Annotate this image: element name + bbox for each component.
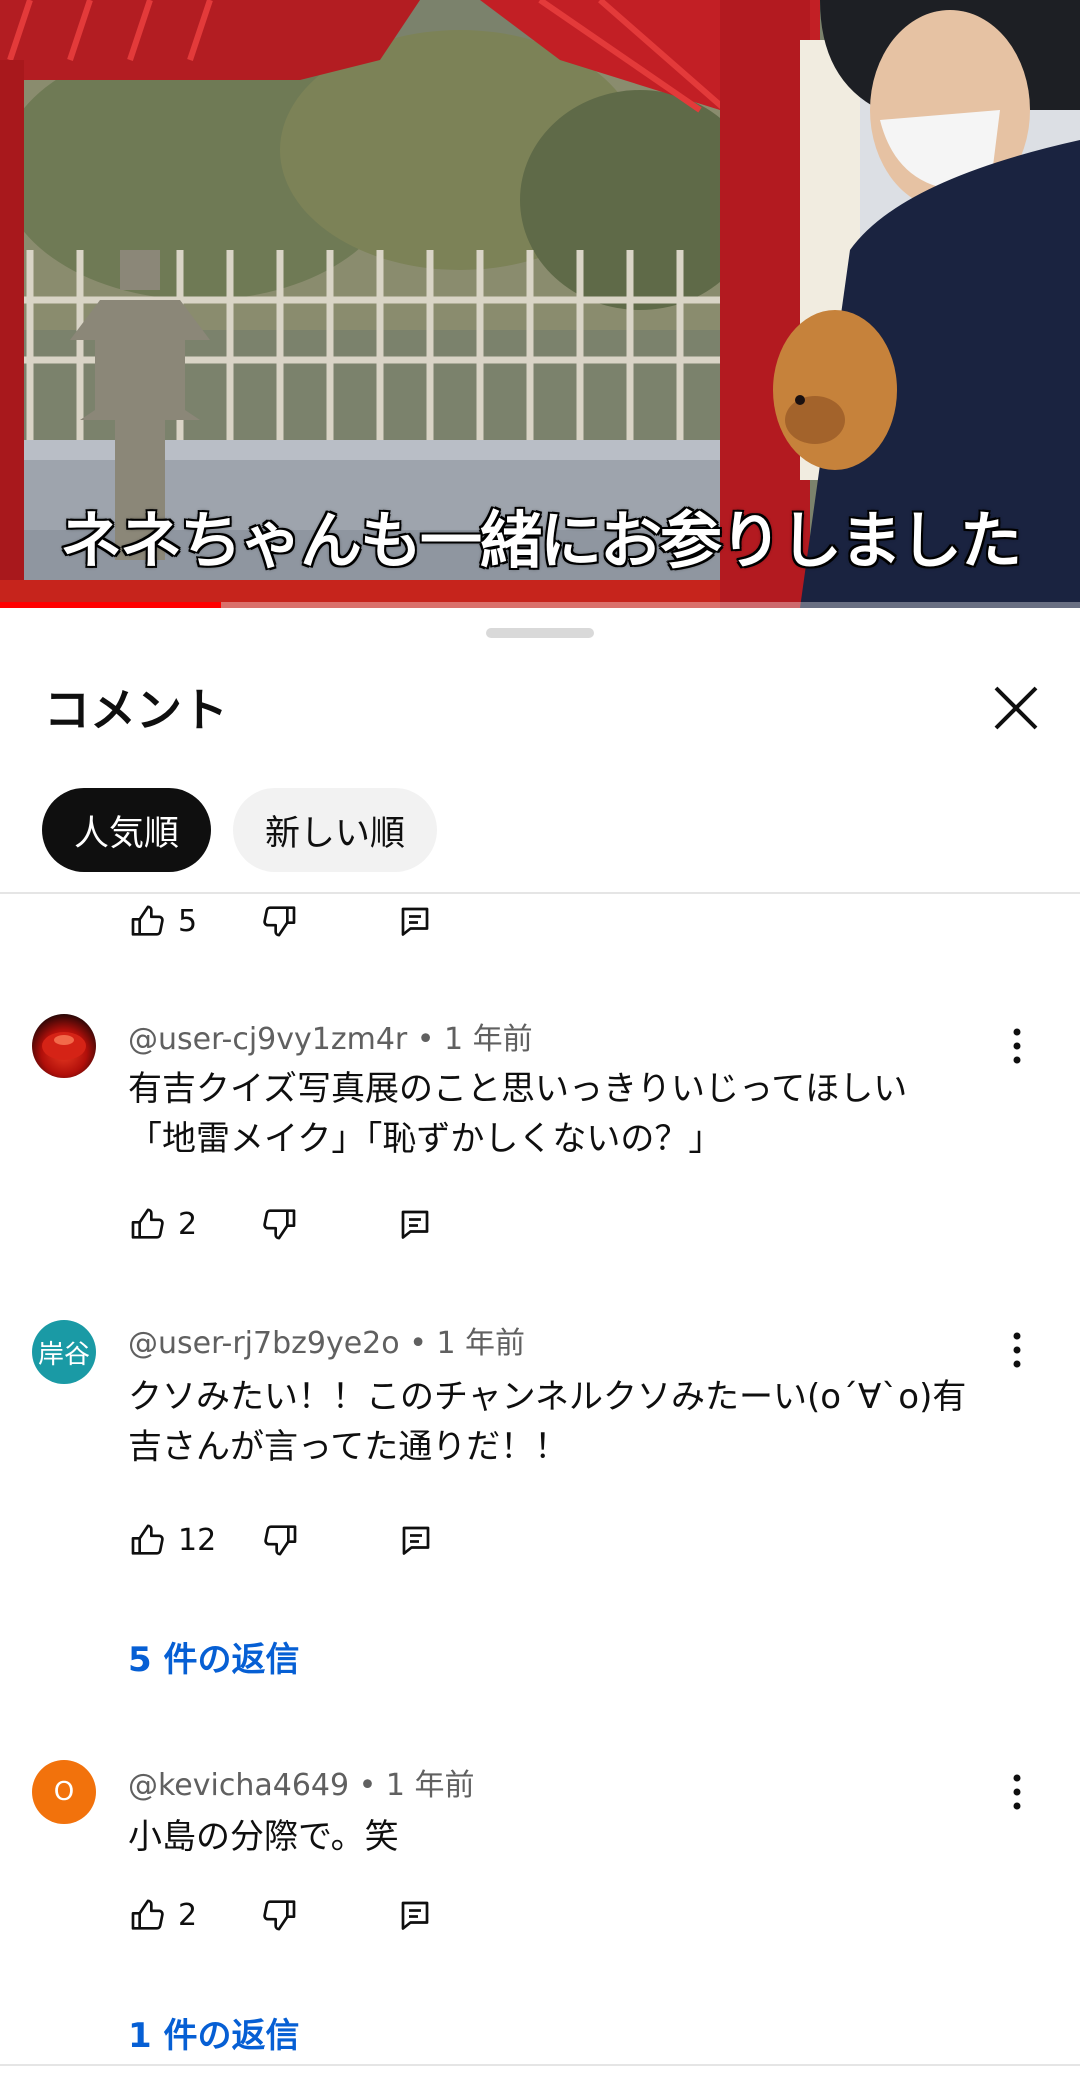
sheet-title: コメント <box>44 683 228 737</box>
comment-age: 1 年前 <box>385 1768 475 1803</box>
thumbs-up-icon <box>131 1208 164 1239</box>
more-vert-icon <box>1013 1332 1021 1368</box>
reply-icon <box>401 907 429 936</box>
like-button[interactable]: 2 <box>128 1895 197 1935</box>
reply-button[interactable] <box>397 1206 433 1242</box>
video-player[interactable]: ネネちゃんも一緒にお参りしました <box>0 0 1080 608</box>
comment-actions: 2 <box>128 1199 433 1249</box>
more-options-button[interactable] <box>1000 1026 1034 1076</box>
header-divider <box>0 892 1080 894</box>
thumbs-up-icon <box>131 1524 164 1555</box>
meta-separator: • <box>409 1326 427 1361</box>
thumbs-down-icon <box>264 1525 297 1556</box>
reply-button[interactable] <box>398 1522 434 1558</box>
more-options-button[interactable] <box>1000 1772 1034 1822</box>
thumbs-down-icon <box>263 1900 296 1931</box>
more-vert-icon <box>1013 1028 1021 1064</box>
avatar-image <box>42 1032 86 1060</box>
meta-separator: • <box>358 1768 377 1803</box>
reply-icon <box>401 1901 429 1930</box>
like-button[interactable]: 5 <box>128 901 197 941</box>
thumbs-up-icon <box>131 1899 164 1930</box>
thumbs-down-icon <box>263 906 296 937</box>
reply-icon <box>402 1526 430 1555</box>
like-count: 2 <box>178 1206 198 1242</box>
comment-meta: @user-cj9vy1zm4r • 1 年前 <box>128 1014 533 1058</box>
reply-icon <box>401 1210 429 1239</box>
more-vert-icon <box>1013 1774 1021 1810</box>
comment-age: 1 年前 <box>444 1022 533 1057</box>
dislike-button[interactable] <box>259 901 299 941</box>
avatar[interactable]: 岸谷 <box>32 1320 96 1384</box>
comment-text: 小島の分際で。笑 <box>128 1812 1008 1862</box>
comment-age: 1 年前 <box>436 1326 526 1361</box>
meta-separator: • <box>416 1022 435 1057</box>
like-button[interactable]: 12 <box>128 1520 216 1560</box>
avatar[interactable]: O <box>32 1760 96 1824</box>
like-count: 12 <box>178 1522 217 1558</box>
comment-actions: 12 <box>128 1515 434 1565</box>
comment-actions: 5 <box>128 896 433 946</box>
comment-text-line: 吉さんが言ってた通りだ！！ <box>128 1427 569 1467</box>
drag-handle[interactable] <box>486 628 594 638</box>
comment-text: クソみたい！！このチャンネルクソみたーい(o´∀`o)有 吉さんが言ってた通りだ… <box>128 1372 1008 1472</box>
thumbs-up-icon <box>131 905 164 936</box>
bottom-divider <box>0 2064 1080 2066</box>
comment-author[interactable]: @user-cj9vy1zm4r <box>128 1022 407 1057</box>
comment-author[interactable]: @kevicha4649 <box>128 1768 349 1803</box>
close-button[interactable] <box>986 678 1046 738</box>
reply-button[interactable] <box>397 903 433 939</box>
dislike-button[interactable] <box>259 1204 299 1244</box>
comment-text-line: 小島の分際で。笑 <box>128 1817 399 1857</box>
avatar[interactable] <box>32 1014 96 1078</box>
comment-meta: @user-rj7bz9ye2o • 1 年前 <box>128 1318 525 1362</box>
close-icon <box>994 686 1038 730</box>
sort-chip-popular[interactable]: 人気順 <box>42 788 212 872</box>
thumbs-down-icon <box>263 1209 296 1240</box>
dislike-button[interactable] <box>260 1520 300 1560</box>
like-button[interactable]: 2 <box>128 1204 197 1244</box>
view-replies-button[interactable]: 1 件の返信 <box>128 2008 300 2057</box>
like-count: 5 <box>178 903 198 939</box>
sort-chips: 人気順 新しい順 <box>42 788 438 872</box>
comment-actions: 2 <box>128 1890 433 1940</box>
dislike-button[interactable] <box>259 1895 299 1935</box>
comment-author[interactable]: @user-rj7bz9ye2o <box>128 1326 400 1361</box>
view-replies-button[interactable]: 5 件の返信 <box>128 1632 300 1681</box>
comment-meta: @kevicha4649 • 1 年前 <box>128 1760 475 1804</box>
comment-text-line: 有吉クイズ写真展のこと思いっきりいじってほしい <box>128 1069 908 1109</box>
reply-button[interactable] <box>397 1897 433 1933</box>
comment-text-line: 「地雷メイク」「恥ずかしくないの？」 <box>128 1119 723 1159</box>
video-caption: ネネちゃんも一緒にお参りしました <box>58 503 1023 579</box>
like-count: 2 <box>178 1897 198 1933</box>
more-options-button[interactable] <box>1000 1330 1034 1380</box>
comment-text: 有吉クイズ写真展のこと思いっきりいじってほしい 「地雷メイク」「恥ずかしくないの… <box>128 1064 1008 1164</box>
sort-chip-newest[interactable]: 新しい順 <box>233 788 438 872</box>
comment-text-line: クソみたい！！このチャンネルクソみたーい(o´∀`o)有 <box>128 1377 967 1417</box>
